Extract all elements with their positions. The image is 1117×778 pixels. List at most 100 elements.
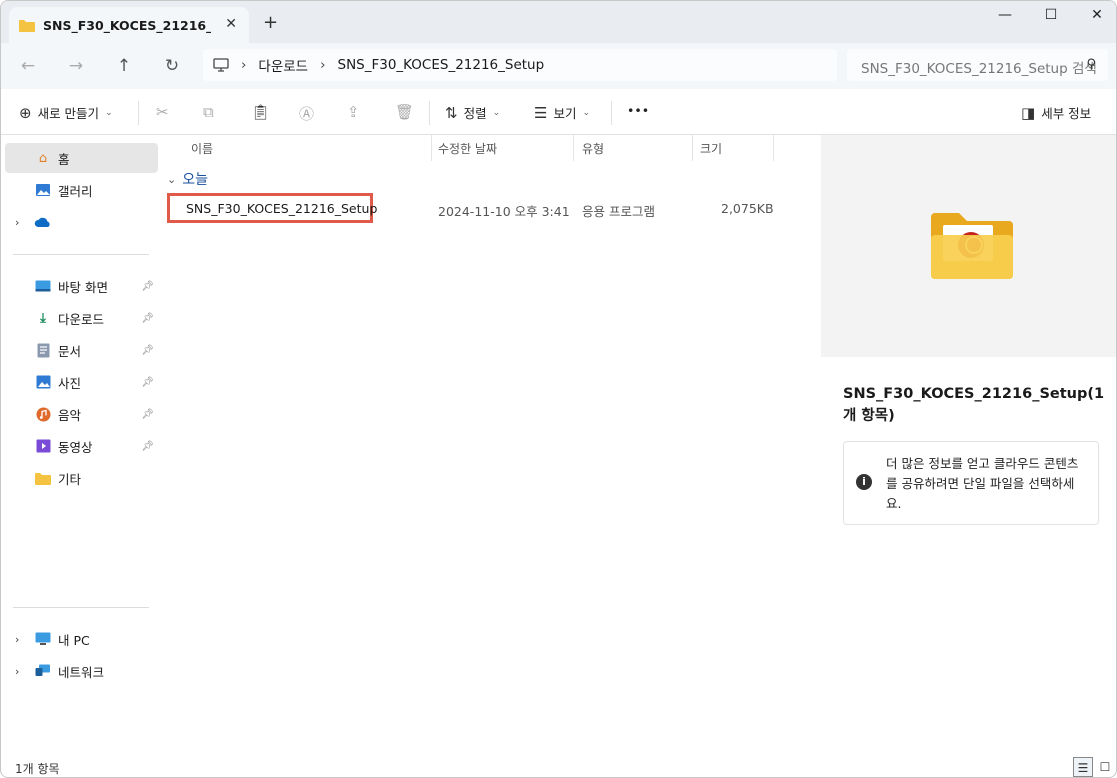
breadcrumb-separator: › bbox=[320, 57, 326, 73]
sidebar-item-other[interactable]: 기타 bbox=[5, 463, 158, 493]
pin-icon[interactable]: 📌︎ bbox=[141, 377, 154, 388]
column-header-name[interactable]: 이름 bbox=[191, 140, 213, 157]
paste-button[interactable]: 📋︎ bbox=[251, 103, 270, 121]
details-pane: SNS_F30_KOCES_21216_Setup(1개 항목) i 더 많은 … bbox=[821, 135, 1116, 755]
cut-button[interactable]: ✂ bbox=[156, 103, 169, 121]
sidebar-item-pictures[interactable]: 사진 📌︎ bbox=[5, 367, 158, 397]
title-bar: SNS_F30_KOCES_21216_Setup ✕ + — ☐ ✕ bbox=[1, 1, 1116, 43]
breadcrumb-current-folder[interactable]: SNS_F30_KOCES_21216_Setup bbox=[338, 57, 545, 73]
download-icon: ⤓ bbox=[40, 310, 46, 326]
column-divider[interactable] bbox=[431, 135, 432, 161]
column-header-size[interactable]: 크기 bbox=[700, 140, 722, 157]
sidebar-item-videos[interactable]: 동영상 📌︎ bbox=[5, 431, 158, 461]
file-type: 응용 프로그램 bbox=[582, 204, 655, 219]
home-icon: ⌂ bbox=[38, 150, 48, 166]
breadcrumb-downloads[interactable]: 다운로드 bbox=[258, 55, 308, 75]
expand-chevron-icon: › bbox=[15, 632, 20, 646]
new-tab-button[interactable]: + bbox=[263, 12, 278, 33]
details-pane-button[interactable]: ◨ 세부 정보 bbox=[1021, 103, 1091, 122]
item-count: 1개 항목 bbox=[15, 762, 60, 776]
sidebar-item-label: 내 PC bbox=[58, 632, 90, 648]
expand-chevron-icon: › bbox=[15, 664, 20, 678]
sidebar-item-music[interactable]: 음악 📌︎ bbox=[5, 399, 158, 429]
sort-button[interactable]: ⇅ 정렬 ⌄ bbox=[445, 103, 500, 122]
sidebar-item-gallery[interactable]: 갤러리 bbox=[5, 175, 158, 205]
file-row[interactable]: SNS_F30_KOCES_21216_Setup 2024-11-10 오후 … bbox=[167, 193, 787, 223]
pin-icon[interactable]: 📌︎ bbox=[141, 345, 154, 356]
sidebar-item-documents[interactable]: 문서 📌︎ bbox=[5, 335, 158, 365]
sidebar-item-label: 갤러리 bbox=[58, 183, 93, 199]
desktop-icon bbox=[34, 278, 52, 294]
new-button-label: 새로 만들기 bbox=[37, 106, 100, 121]
monitor-icon bbox=[213, 58, 229, 72]
new-button[interactable]: ⊕ 새로 만들기 ⌄ bbox=[19, 103, 113, 122]
sidebar-item-home[interactable]: ⌂ 홈 bbox=[5, 143, 158, 173]
file-size: 2,075KB bbox=[721, 201, 774, 216]
column-header-modified[interactable]: 수정한 날짜 bbox=[438, 140, 497, 157]
column-divider[interactable] bbox=[773, 135, 774, 161]
window-tab[interactable]: SNS_F30_KOCES_21216_Setup ✕ bbox=[9, 7, 249, 43]
back-button[interactable]: ← bbox=[15, 53, 41, 79]
sidebar-item-network[interactable]: › 네트워크 bbox=[5, 656, 158, 686]
gallery-icon bbox=[34, 182, 52, 198]
forward-button[interactable]: → bbox=[63, 53, 89, 79]
video-icon bbox=[34, 438, 52, 454]
tab-title: SNS_F30_KOCES_21216_Setup bbox=[43, 17, 211, 33]
sidebar-item-this-pc[interactable]: › 내 PC bbox=[5, 624, 158, 654]
view-list-icon: ☰ bbox=[534, 103, 548, 122]
pin-icon[interactable]: 📌︎ bbox=[141, 313, 154, 324]
share-button[interactable]: ⇪ bbox=[347, 103, 360, 121]
sidebar-item-desktop[interactable]: 바탕 화면 📌︎ bbox=[5, 271, 158, 301]
folder-preview-icon bbox=[931, 213, 1013, 279]
close-window-button[interactable]: ✕ bbox=[1082, 7, 1112, 23]
sort-label: 정렬 bbox=[463, 106, 487, 121]
refresh-button[interactable]: ↻ bbox=[159, 53, 185, 79]
breadcrumb-separator: › bbox=[241, 57, 247, 73]
info-message: i 더 많은 정보를 얻고 클라우드 콘텐츠를 공유하려면 단일 파일을 선택하… bbox=[843, 441, 1099, 525]
address-bar[interactable]: › 다운로드 › SNS_F30_KOCES_21216_Setup bbox=[203, 49, 837, 81]
toolbar-divider bbox=[429, 101, 430, 125]
column-divider[interactable] bbox=[692, 135, 693, 161]
sidebar-divider bbox=[13, 254, 149, 255]
maximize-button[interactable]: ☐ bbox=[1036, 7, 1066, 23]
close-tab-icon[interactable]: ✕ bbox=[225, 16, 237, 32]
view-button[interactable]: ☰ 보기 ⌄ bbox=[534, 103, 590, 122]
sidebar-item-label: 문서 bbox=[58, 343, 82, 359]
expand-chevron-icon: › bbox=[15, 215, 20, 229]
sidebar-item-label: 음악 bbox=[58, 407, 82, 423]
more-options-button[interactable]: ••• bbox=[627, 103, 649, 118]
column-header-type[interactable]: 유형 bbox=[582, 140, 604, 157]
sidebar-item-label: 기타 bbox=[58, 471, 82, 487]
sort-icon: ⇅ bbox=[445, 103, 458, 122]
file-name-cell[interactable]: SNS_F30_KOCES_21216_Setup bbox=[167, 193, 377, 223]
pin-icon[interactable]: 📌︎ bbox=[141, 281, 154, 292]
details-label: 세부 정보 bbox=[1041, 106, 1092, 121]
cloud-icon bbox=[34, 214, 52, 230]
column-divider[interactable] bbox=[573, 135, 574, 161]
pin-icon[interactable]: 📌︎ bbox=[141, 409, 154, 420]
details-view-button[interactable]: ☰ bbox=[1073, 757, 1093, 777]
sidebar-item-onedrive[interactable]: › bbox=[5, 207, 158, 237]
navigation-bar: ← → ↑ ↻ › 다운로드 › SNS_F30_KOCES_21216_Set… bbox=[1, 43, 1116, 89]
more-icon: ••• bbox=[627, 103, 650, 118]
sidebar-item-label: 바탕 화면 bbox=[58, 279, 108, 295]
minimize-button[interactable]: — bbox=[990, 7, 1020, 23]
group-header-today[interactable]: ⌄ 오늘 bbox=[167, 169, 208, 189]
rename-button[interactable]: Ⓐ bbox=[299, 103, 314, 124]
pin-icon[interactable]: 📌︎ bbox=[141, 441, 154, 452]
up-button[interactable]: ↑ bbox=[111, 53, 137, 79]
copy-button[interactable]: ⧉ bbox=[203, 103, 214, 121]
computer-icon bbox=[34, 631, 52, 647]
sidebar-item-downloads[interactable]: ⤓ 다운로드 📌︎ bbox=[5, 303, 158, 333]
search-input[interactable]: SNS_F30_KOCES_21216_Setup 검색 ⚲ bbox=[847, 49, 1108, 81]
file-name: SNS_F30_KOCES_21216_Setup bbox=[186, 200, 378, 216]
view-label: 보기 bbox=[553, 106, 577, 121]
delete-button[interactable]: 🗑︎ bbox=[395, 103, 414, 121]
details-title: SNS_F30_KOCES_21216_Setup(1개 항목) bbox=[843, 386, 1105, 424]
copy-icon: ⧉ bbox=[203, 103, 214, 121]
tiles-view-button[interactable]: ☐ bbox=[1095, 757, 1115, 777]
network-icon bbox=[34, 663, 52, 679]
file-explorer-window: SNS_F30_KOCES_21216_Setup ✕ + — ☐ ✕ ← → … bbox=[0, 0, 1117, 778]
sidebar-divider bbox=[13, 607, 149, 608]
document-icon bbox=[34, 342, 52, 358]
